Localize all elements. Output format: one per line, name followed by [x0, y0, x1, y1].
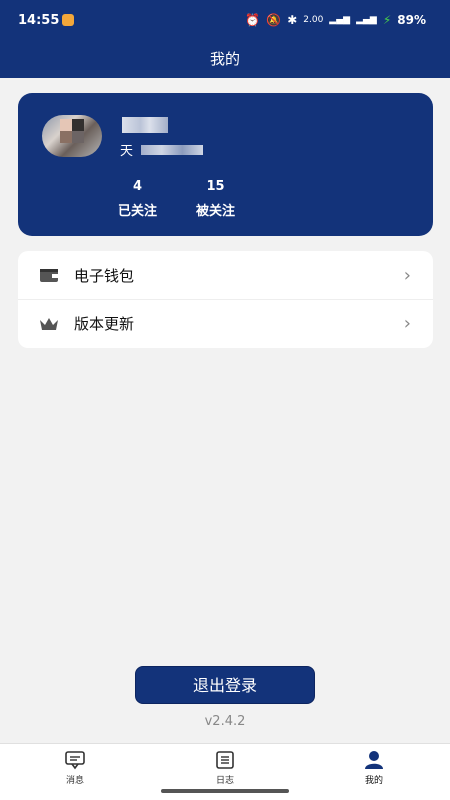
menu-list: 电子钱包 › 版本更新 ›: [18, 251, 433, 348]
chevron-right-icon: ›: [403, 313, 411, 334]
following-stat[interactable]: 4 已关注: [118, 179, 157, 219]
app-version: v2.4.2: [204, 714, 246, 729]
tab-log[interactable]: 日志: [185, 750, 265, 786]
chevron-right-icon: ›: [403, 264, 411, 286]
status-time: 14:55: [18, 13, 60, 28]
followers-stat[interactable]: 15 被关注: [196, 179, 235, 219]
logout-button[interactable]: 退出登录: [135, 666, 315, 704]
menu-item-version-update[interactable]: 版本更新 ›: [18, 299, 433, 347]
profile-icon: [363, 750, 385, 770]
tab-profile[interactable]: 我的: [334, 750, 414, 786]
wallet-icon: [38, 264, 60, 286]
user-subtitle: 天: [120, 140, 204, 159]
page-title: 我的: [0, 40, 450, 78]
signal-icon: ▂▄▆: [329, 15, 351, 25]
avatar[interactable]: [42, 115, 102, 157]
status-icons: ⏰ 🔕 ✱ 2.00 ▂▄▆ ▂▄▆ ⚡ 89%: [245, 13, 426, 27]
mute-icon: 🔕: [266, 13, 282, 27]
username-redacted: [122, 117, 168, 133]
log-icon: [214, 750, 236, 770]
following-count: 4: [132, 179, 143, 194]
crown-icon: [38, 313, 60, 335]
charging-icon: ⚡: [382, 13, 392, 27]
menu-item-wallet[interactable]: 电子钱包 ›: [18, 251, 433, 299]
profile-card[interactable]: 天 4 已关注 15 被关注: [18, 93, 433, 236]
home-indicator[interactable]: [161, 789, 289, 793]
signal-icon-2: ▂▄▆: [356, 15, 377, 25]
followers-count: 15: [206, 179, 225, 194]
app-notification-icon: [62, 14, 74, 26]
message-icon: [64, 750, 86, 770]
status-bar: 14:55 ⏰ 🔕 ✱ 2.00 ▂▄▆ ▂▄▆ ⚡ 89%: [0, 0, 450, 40]
following-label: 已关注: [118, 204, 158, 219]
tab-messages[interactable]: 消息: [35, 750, 115, 786]
battery-level: 89%: [397, 13, 426, 27]
subtitle-redacted: [141, 144, 204, 155]
followers-label: 被关注: [196, 204, 236, 219]
alarm-icon: ⏰: [245, 13, 261, 27]
bluetooth-icon: ✱: [287, 13, 298, 27]
network-speed: 2.00: [303, 15, 324, 25]
